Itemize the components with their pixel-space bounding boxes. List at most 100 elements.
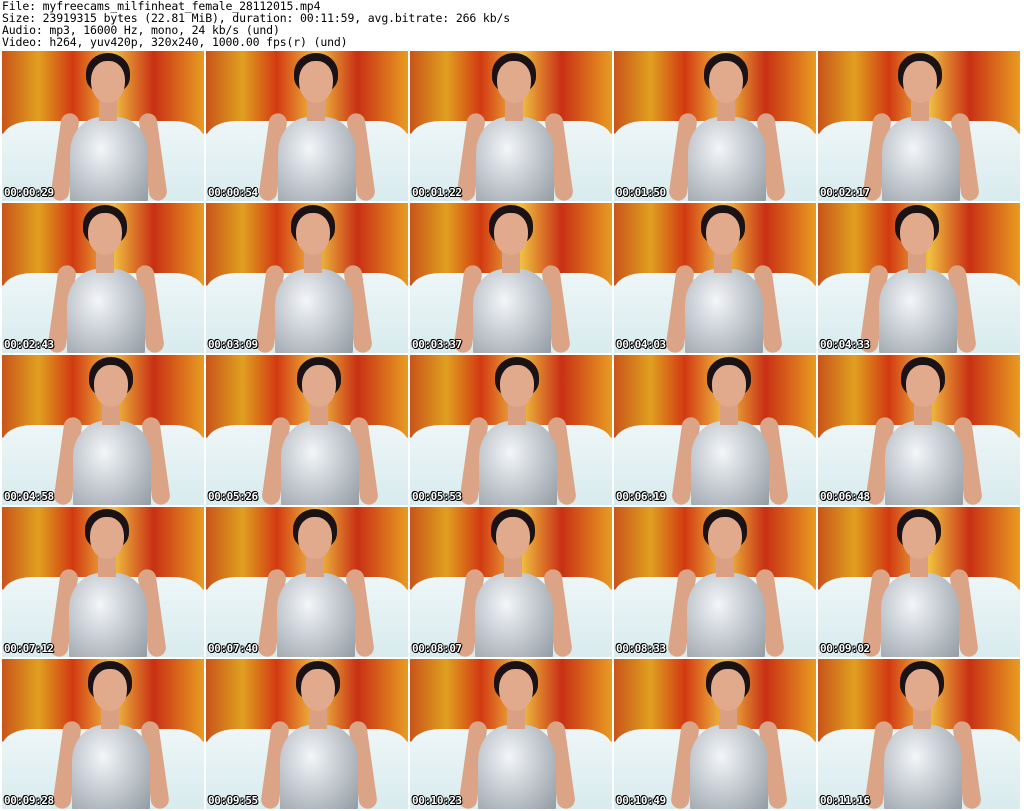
thumbnail-timestamp: 00:01:50: [616, 186, 666, 199]
video-thumbnail: 00:09:28: [2, 659, 204, 809]
figure-part: [688, 117, 766, 201]
thumbnail-figure: [51, 659, 171, 809]
thumbnail-figure: [256, 507, 376, 657]
thumbnail-figure: [670, 355, 790, 505]
figure-part: [879, 269, 957, 353]
thumbnail-figure: [861, 51, 981, 201]
figure-part: [301, 669, 335, 711]
figure-part: [275, 269, 353, 353]
video-thumbnail: 00:04:58: [2, 355, 204, 505]
figure-part: [93, 669, 127, 711]
thumbnail-timestamp: 00:07:40: [208, 642, 258, 655]
thumbnail-figure: [259, 659, 379, 809]
figure-part: [685, 269, 763, 353]
video-thumbnail: 00:09:55: [206, 659, 408, 809]
figure-part: [691, 421, 769, 505]
figure-part: [903, 61, 937, 103]
figure-part: [905, 669, 939, 711]
figure-part: [280, 725, 358, 809]
thumbnail-timestamp: 00:03:09: [208, 338, 258, 351]
thumbnail-figure: [860, 507, 980, 657]
figure-part: [499, 669, 533, 711]
thumbnail-timestamp: 00:02:43: [4, 338, 54, 351]
figure-part: [709, 61, 743, 103]
video-thumbnail: 00:00:29: [2, 51, 204, 201]
figure-part: [906, 365, 940, 407]
thumbnail-figure: [454, 507, 574, 657]
video-thumbnail: 00:06:48: [818, 355, 1020, 505]
figure-part: [497, 61, 531, 103]
file-info-header: File: myfreecams_milfinheat_female_28112…: [2, 0, 1022, 50]
figure-part: [299, 61, 333, 103]
video-thumbnail: 00:10:23: [410, 659, 612, 809]
thumbnail-figure: [452, 203, 572, 353]
video-thumbnail: 00:08:07: [410, 507, 612, 657]
figure-part: [885, 421, 963, 505]
figure-part: [281, 421, 359, 505]
thumbnail-timestamp: 00:03:37: [412, 338, 462, 351]
figure-part: [881, 573, 959, 657]
video-thumbnail: 00:04:03: [614, 203, 816, 353]
figure-part: [70, 117, 148, 201]
thumbnail-timestamp: 00:11:16: [820, 794, 870, 807]
video-thumbnail: 00:05:53: [410, 355, 612, 505]
video-info-line: Video: h264, yuv420p, 320x240, 1000.00 f…: [2, 35, 348, 49]
video-thumbnail: 00:08:33: [614, 507, 816, 657]
figure-part: [900, 213, 934, 255]
figure-part: [708, 517, 742, 559]
thumbnail-timestamp: 00:07:12: [4, 642, 54, 655]
thumbnail-timestamp: 00:08:07: [412, 642, 462, 655]
figure-part: [73, 421, 151, 505]
video-thumbnail: 00:03:37: [410, 203, 612, 353]
thumbnail-timestamp: 00:00:54: [208, 186, 258, 199]
figure-part: [277, 573, 355, 657]
thumbnail-figure: [667, 51, 787, 201]
video-thumbnail: 00:01:22: [410, 51, 612, 201]
thumbnail-timestamp: 00:04:58: [4, 490, 54, 503]
figure-part: [712, 365, 746, 407]
thumbnail-timestamp: 00:04:33: [820, 338, 870, 351]
thumbnail-figure: [458, 355, 578, 505]
thumbnail-timestamp: 00:09:02: [820, 642, 870, 655]
video-thumbnail: 00:11:16: [818, 659, 1020, 809]
figure-part: [902, 517, 936, 559]
thumbnail-timestamp: 00:06:48: [820, 490, 870, 503]
figure-part: [91, 61, 125, 103]
figure-part: [473, 269, 551, 353]
video-thumbnail: 00:09:02: [818, 507, 1020, 657]
thumbnail-figure: [455, 51, 575, 201]
figure-part: [884, 725, 962, 809]
thumbnail-timestamp: 00:09:28: [4, 794, 54, 807]
thumbnail-figure: [457, 659, 577, 809]
thumbnail-figure: [49, 51, 169, 201]
figure-part: [90, 517, 124, 559]
thumbnail-figure: [257, 51, 377, 201]
video-thumbnail: 00:05:26: [206, 355, 408, 505]
figure-part: [690, 725, 768, 809]
figure-part: [67, 269, 145, 353]
thumbnail-timestamp: 00:09:55: [208, 794, 258, 807]
thumbnail-timestamp: 00:06:19: [616, 490, 666, 503]
figure-part: [479, 421, 557, 505]
thumbnail-figure: [858, 203, 978, 353]
figure-part: [69, 573, 147, 657]
thumbnail-figure: [666, 507, 786, 657]
thumbnail-figure: [669, 659, 789, 809]
video-thumbnail: 00:00:54: [206, 51, 408, 201]
video-thumbnail: 00:02:43: [2, 203, 204, 353]
thumbnail-figure: [863, 659, 983, 809]
figure-part: [475, 573, 553, 657]
video-thumbnail: 00:06:19: [614, 355, 816, 505]
figure-part: [711, 669, 745, 711]
video-thumbnail: 00:03:09: [206, 203, 408, 353]
thumbnail-figure: [664, 203, 784, 353]
figure-part: [278, 117, 356, 201]
thumbnail-timestamp: 00:00:29: [4, 186, 54, 199]
video-thumbnail: 00:07:40: [206, 507, 408, 657]
figure-part: [706, 213, 740, 255]
thumbnail-figure: [52, 355, 172, 505]
figure-part: [298, 517, 332, 559]
thumbnail-timestamp: 00:04:03: [616, 338, 666, 351]
thumbnail-figure: [48, 507, 168, 657]
thumbnail-timestamp: 00:05:53: [412, 490, 462, 503]
